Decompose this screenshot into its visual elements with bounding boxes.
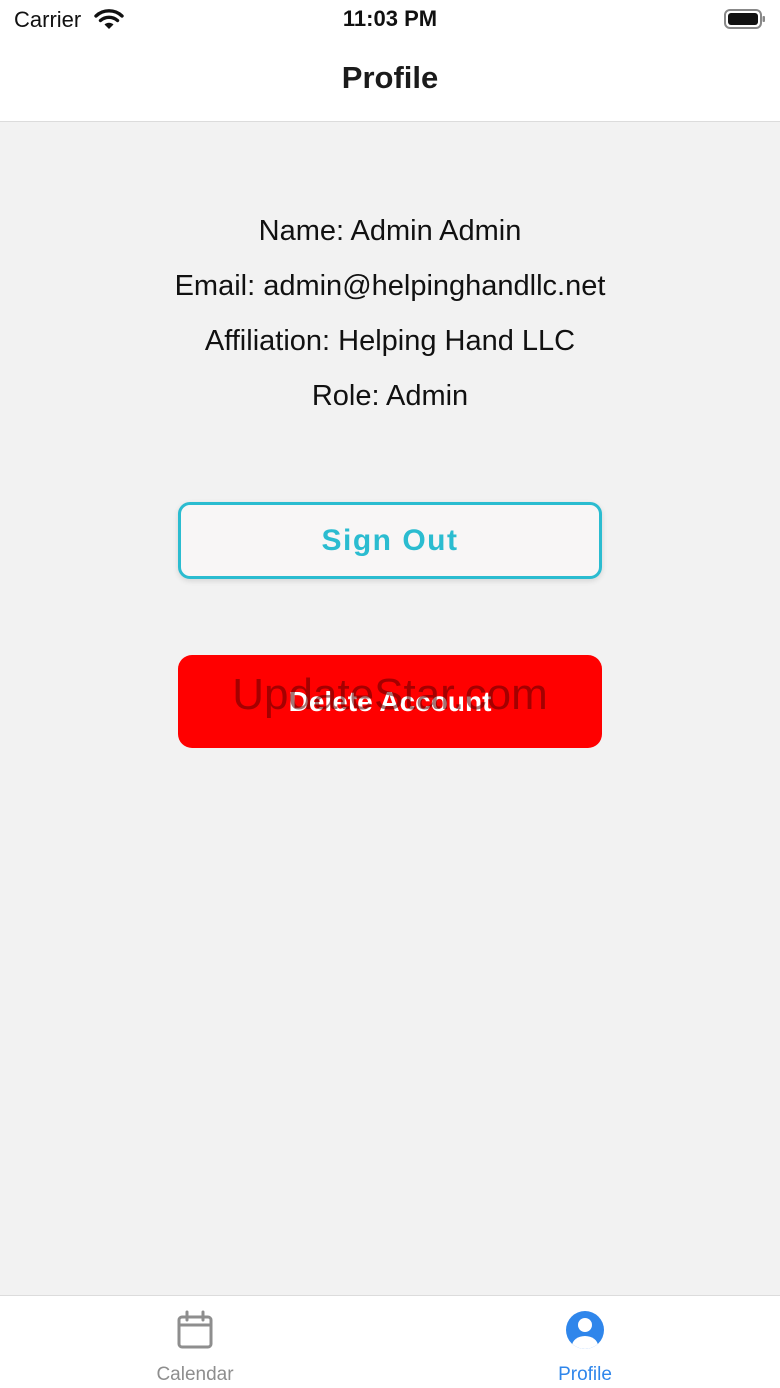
status-time: 11:03 PM xyxy=(342,6,438,31)
sign-out-button[interactable]: Sign Out xyxy=(178,502,602,579)
profile-affiliation-row: Affiliation: Helping Hand LLC xyxy=(0,325,780,358)
status-bar: Carrier 11:03 PM xyxy=(0,0,780,44)
battery-icon xyxy=(724,9,766,29)
tab-calendar-label: Calendar xyxy=(156,1364,234,1385)
affiliation-value: Helping Hand LLC xyxy=(338,325,576,357)
tab-bar: Calendar Profile xyxy=(0,1295,780,1388)
user-circle-icon xyxy=(565,1310,605,1350)
name-value: Admin Admin xyxy=(350,215,522,247)
role-value: Admin xyxy=(385,380,469,412)
affiliation-label: Affiliation: xyxy=(204,325,339,357)
email-value: admin@helpinghandllc.net xyxy=(263,270,606,302)
navigation-bar: Profile xyxy=(0,44,780,122)
email-label: Email: xyxy=(174,270,264,302)
tab-profile-label: Profile xyxy=(558,1364,612,1385)
page-title: Profile xyxy=(341,60,439,95)
tab-profile[interactable]: Profile xyxy=(390,1296,780,1388)
tab-calendar[interactable]: Calendar xyxy=(0,1296,390,1388)
delete-account-button[interactable]: Delete Account xyxy=(178,655,602,748)
profile-role-row: Role: Admin xyxy=(0,380,780,413)
profile-name-row: Name: Admin Admin xyxy=(0,215,780,248)
profile-email-row: Email: admin@helpinghandllc.net xyxy=(0,270,780,303)
role-label: Role: xyxy=(311,380,386,412)
name-label: Name: xyxy=(258,215,351,247)
calendar-icon xyxy=(175,1310,215,1350)
